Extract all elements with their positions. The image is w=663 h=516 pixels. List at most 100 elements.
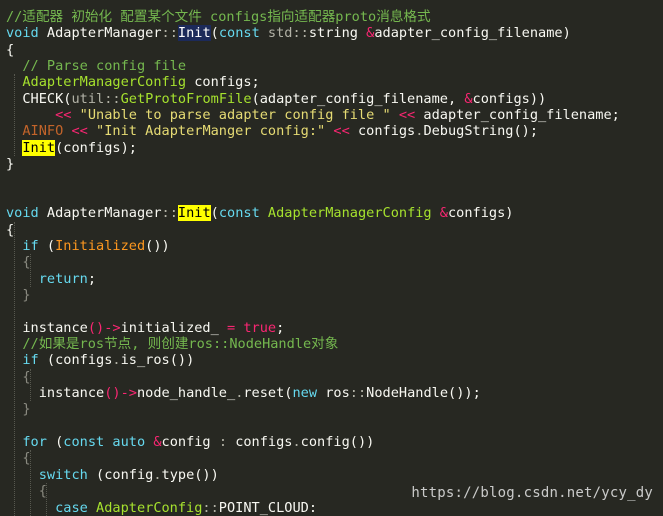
code-line: Init(configs); bbox=[6, 139, 137, 156]
indent-guide bbox=[30, 254, 31, 287]
code-line: instance()->initialized_ = true; bbox=[6, 320, 284, 336]
code-token: :: bbox=[349, 385, 367, 402]
code-line: // Parse config file bbox=[6, 58, 186, 74]
code-line: //适配器 初始化 配置某个文件 configs指向适配器proto消息格式 bbox=[6, 9, 431, 25]
code-token: } bbox=[6, 286, 31, 303]
code-token: ; bbox=[87, 270, 97, 287]
code-token: . bbox=[292, 434, 301, 451]
code-line: { bbox=[6, 222, 14, 238]
code-token: "Unable to parse adapter config file " bbox=[79, 107, 391, 124]
code-token: configs bbox=[235, 434, 293, 451]
code-token: { bbox=[6, 41, 15, 58]
code-line: { bbox=[6, 368, 31, 385]
code-token: ( bbox=[46, 434, 64, 451]
code-token: ()-> bbox=[87, 319, 121, 336]
code-token: instance bbox=[6, 385, 105, 402]
code-token: :: bbox=[202, 499, 219, 516]
code-token: Init bbox=[22, 139, 56, 156]
code-token: Initialized bbox=[55, 237, 146, 254]
code-token: Init bbox=[177, 205, 211, 222]
code-line: case AdapterConfig::POINT_CLOUD: bbox=[6, 500, 317, 516]
code-token: ()-> bbox=[104, 385, 137, 402]
code-editor[interactable]: //适配器 初始化 配置某个文件 configs指向适配器proto消息格式 vo… bbox=[0, 0, 663, 516]
code-token: = bbox=[227, 319, 244, 336]
code-token: AdapterManager bbox=[38, 205, 162, 222]
indent-guide bbox=[14, 221, 15, 516]
code-token: { bbox=[6, 450, 31, 467]
code-line: } bbox=[6, 156, 14, 172]
code-token: node_handle_ bbox=[136, 385, 236, 402]
code-token: . bbox=[153, 466, 162, 483]
indent-guide bbox=[30, 368, 31, 402]
code-token: configs bbox=[357, 123, 416, 140]
code-line: { bbox=[6, 42, 14, 58]
code-token: initialized_ bbox=[120, 319, 227, 336]
code-token: (config bbox=[87, 466, 154, 483]
code-token: POINT_CLOUD: bbox=[218, 499, 318, 516]
code-line: CHECK(util::GetProtoFromFile(adapter_con… bbox=[6, 91, 546, 107]
code-token: ()) bbox=[145, 237, 170, 254]
code-token: void bbox=[6, 25, 39, 42]
code-token: configs)) bbox=[472, 90, 547, 107]
code-token: AdapterConfig bbox=[87, 499, 203, 516]
code-token: << bbox=[6, 107, 80, 124]
code-token: & bbox=[431, 205, 448, 222]
code-token: ; bbox=[276, 319, 285, 336]
code-token: adapter_config_filename) bbox=[374, 25, 571, 42]
code-token: util bbox=[71, 90, 105, 107]
code-line: AINFO << "Init AdapterManger config:" <<… bbox=[6, 123, 538, 139]
code-line: } bbox=[6, 401, 30, 417]
code-token: std bbox=[259, 25, 293, 42]
code-token: ( bbox=[38, 237, 56, 254]
code-line: } bbox=[6, 286, 31, 303]
code-token: ( bbox=[210, 25, 219, 42]
code-line: switch (config.type()) bbox=[6, 467, 219, 483]
indent-guide bbox=[46, 483, 47, 516]
code-token: AdapterManagerConfig bbox=[259, 205, 432, 222]
code-token: (configs bbox=[38, 352, 113, 369]
code-token: // Parse config file bbox=[6, 58, 187, 75]
code-token: ( bbox=[210, 205, 219, 222]
code-line: { bbox=[6, 450, 31, 467]
code-token: << bbox=[390, 107, 424, 124]
code-token: if bbox=[6, 237, 39, 254]
code-token: config()) bbox=[300, 434, 375, 451]
code-token: & bbox=[464, 90, 473, 107]
indent-guide bbox=[30, 450, 31, 516]
code-token: const bbox=[218, 25, 260, 42]
code-token: instance bbox=[6, 319, 88, 336]
code-line: if (configs.is_ros()) bbox=[6, 352, 194, 368]
code-line: if (Initialized()) bbox=[6, 237, 170, 254]
code-token: { bbox=[6, 368, 31, 385]
code-token: :: bbox=[161, 205, 178, 222]
code-token: DebugString bbox=[423, 123, 514, 140]
code-token: const bbox=[218, 205, 260, 222]
code-line: instance()->node_handle_.reset(new ros::… bbox=[6, 385, 481, 401]
code-token: . bbox=[112, 352, 121, 369]
code-line: void AdapterManager::Init(const std::str… bbox=[6, 25, 571, 42]
code-token: { bbox=[6, 483, 47, 500]
indent-guide bbox=[14, 74, 15, 157]
code-token: & bbox=[145, 434, 162, 451]
code-token: Init bbox=[177, 25, 211, 42]
code-token: //如果是ros节点, 则创建ros::NodeHandle对象 bbox=[6, 336, 339, 352]
code-token: AdapterManagerConfig bbox=[6, 74, 187, 91]
code-token: configs; bbox=[186, 74, 260, 91]
code-token: reset( bbox=[243, 385, 293, 402]
code-token: { bbox=[6, 254, 31, 271]
code-token: adapter_config_filename; bbox=[423, 107, 620, 124]
code-token: //适配器 初始化 配置某个文件 configs指向适配器proto消息格式 bbox=[6, 9, 431, 25]
code-token: : bbox=[218, 434, 236, 451]
code-token: NodeHandle()); bbox=[366, 385, 481, 402]
code-token: AdapterManager bbox=[38, 25, 162, 42]
code-token: :: bbox=[104, 90, 121, 107]
code-token: { bbox=[6, 221, 15, 238]
code-line: void AdapterManager::Init(const AdapterM… bbox=[6, 205, 514, 222]
code-line: { bbox=[6, 254, 31, 271]
code-token: configs) bbox=[448, 205, 514, 222]
code-token: type()) bbox=[161, 466, 219, 483]
code-line: { bbox=[6, 483, 47, 499]
code-token: is_ros()) bbox=[120, 352, 195, 369]
code-token: GetProtoFromFile bbox=[120, 90, 252, 107]
code-token: return bbox=[6, 270, 88, 287]
